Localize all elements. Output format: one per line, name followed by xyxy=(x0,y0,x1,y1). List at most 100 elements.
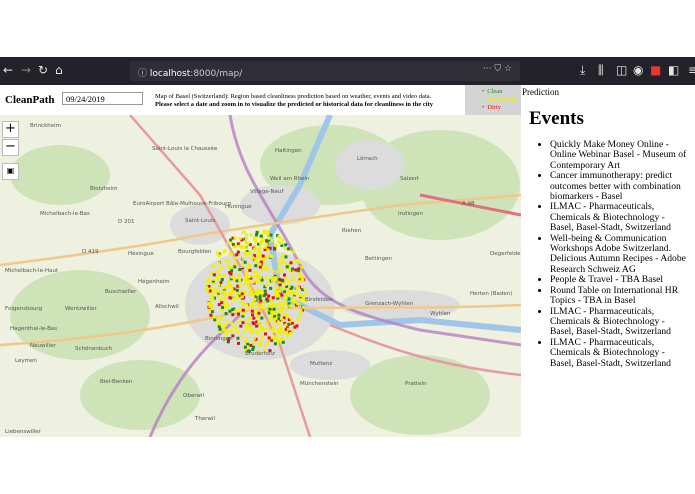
cleanliness-cell xyxy=(207,301,211,305)
cleanliness-cell xyxy=(235,320,239,324)
cleanliness-cell xyxy=(303,286,307,290)
cleanliness-cell xyxy=(229,284,233,288)
cleanliness-cell xyxy=(238,318,242,322)
cleanliness-cell xyxy=(230,288,234,292)
cleanliness-cell xyxy=(263,245,267,249)
cleanliness-cell xyxy=(241,308,245,312)
cleanliness-cell xyxy=(297,280,301,284)
place-label: Biel-Benken xyxy=(100,379,133,385)
cleanliness-cell xyxy=(205,286,209,290)
cleanliness-cell xyxy=(281,340,285,344)
cleanliness-cell xyxy=(270,239,274,243)
cleanliness-cell xyxy=(224,332,228,336)
cleanliness-cell xyxy=(243,340,247,344)
prediction-label: Prediction xyxy=(522,87,559,97)
cleanliness-cell xyxy=(270,310,274,314)
download-icon[interactable]: ⤓ xyxy=(580,63,585,78)
place-label: Hagenthal-le-Bas xyxy=(10,326,57,332)
library-icon[interactable]: ⫼ xyxy=(598,63,604,78)
cleanliness-cell xyxy=(222,297,226,301)
cleanliness-cell xyxy=(264,276,268,280)
cleanliness-cell xyxy=(259,304,263,308)
map-tiles[interactable]: Brinckheim Saint-Louis la Chaussée Village… xyxy=(0,115,521,437)
place-label: Binningen xyxy=(205,336,233,342)
forward-icon[interactable]: → xyxy=(21,63,31,77)
home-icon[interactable]: ⌂ xyxy=(55,63,63,77)
events-title: Events xyxy=(529,108,584,129)
cleanliness-cell xyxy=(299,310,303,314)
cleanliness-cell xyxy=(253,297,257,301)
cleanliness-cell xyxy=(276,294,280,298)
cleanliness-cell xyxy=(280,293,284,297)
cleanliness-cell xyxy=(262,294,266,298)
cleanliness-cell xyxy=(255,270,259,274)
cleanliness-cell xyxy=(284,255,288,259)
cleanliness-cell xyxy=(255,230,259,234)
date-input[interactable] xyxy=(62,92,143,105)
cleanliness-cell xyxy=(243,260,247,264)
cleanliness-cell xyxy=(244,237,248,241)
place-label: Bruderholz xyxy=(245,351,275,357)
cleanliness-cell xyxy=(282,273,286,277)
address-bar[interactable]: ⓘ localhost:8000/map/ ··· ⛉ ☆ xyxy=(130,61,520,81)
place-label: Village-Neuf xyxy=(250,189,284,195)
tabs-icon[interactable]: ◧ xyxy=(668,63,679,77)
fullscreen-button[interactable]: ▣ xyxy=(2,163,19,180)
place-label: Wentzwiller xyxy=(65,306,97,312)
place-label: Oberwil xyxy=(183,393,204,399)
cleanliness-cell xyxy=(235,295,239,299)
cleanliness-cell xyxy=(278,261,282,265)
place-label: Wyhlen xyxy=(430,311,451,317)
cleanliness-cell xyxy=(269,286,273,290)
cleanliness-cell xyxy=(277,235,281,239)
sidebar-icon[interactable]: ◫ xyxy=(616,63,627,77)
place-label: Riehen xyxy=(342,228,362,234)
place-label: Inzlingen xyxy=(398,211,423,217)
cleanliness-cell xyxy=(281,318,285,322)
cleanliness-cell xyxy=(229,266,233,270)
cleanliness-cell xyxy=(241,256,245,260)
cleanliness-cell xyxy=(246,241,250,245)
cleanliness-cell xyxy=(284,243,288,247)
reload-icon[interactable]: ↻ xyxy=(38,63,48,77)
cleanliness-cell xyxy=(242,329,246,333)
cleanliness-cell xyxy=(277,302,281,306)
zoom-in-button[interactable]: + xyxy=(2,121,19,138)
cleanliness-cell xyxy=(283,290,287,294)
events-list: Quickly Make Money Online - Online Webin… xyxy=(529,139,689,369)
cleanliness-cell xyxy=(300,298,304,302)
cleanliness-cell xyxy=(230,275,234,279)
map[interactable]: Brinckheim Saint-Louis la Chaussée Village… xyxy=(0,115,521,437)
cleanliness-cell xyxy=(224,285,228,289)
cleanliness-cell xyxy=(218,316,222,320)
cleanliness-cell xyxy=(220,305,224,309)
cleanliness-cell xyxy=(223,292,227,296)
extension-icon[interactable]: ■ xyxy=(650,63,661,77)
cleanliness-cell xyxy=(217,290,221,294)
place-label: Hégenheim xyxy=(138,278,170,285)
cleanliness-cell xyxy=(268,307,272,311)
cleanliness-cell xyxy=(216,269,220,273)
cleanliness-cell xyxy=(234,309,238,313)
cleanliness-cell xyxy=(264,332,268,336)
back-icon[interactable]: ← xyxy=(3,63,13,77)
cleanliness-cell xyxy=(224,242,228,246)
cleanliness-cell xyxy=(224,259,228,263)
zoom-out-button[interactable]: − xyxy=(2,139,19,156)
cleanliness-cell xyxy=(273,277,277,281)
menu-icon[interactable]: ≡ xyxy=(688,63,695,77)
cleanliness-cell xyxy=(295,324,299,328)
cleanliness-cell xyxy=(252,322,256,326)
cleanliness-cell xyxy=(261,254,265,258)
account-icon[interactable]: ◉ xyxy=(633,63,643,77)
cleanliness-cell xyxy=(267,236,271,240)
cleanliness-cell xyxy=(298,274,302,278)
place-label: Herten (Baden) xyxy=(470,291,512,297)
place-label: Muttenz xyxy=(310,361,332,367)
cleanliness-cell xyxy=(259,239,263,243)
cleanliness-cell xyxy=(236,336,240,340)
cleanliness-cell xyxy=(246,306,250,310)
cleanliness-cell xyxy=(264,343,268,347)
place-label: Schönenbuch xyxy=(75,346,113,352)
cleanliness-cell xyxy=(304,291,308,295)
